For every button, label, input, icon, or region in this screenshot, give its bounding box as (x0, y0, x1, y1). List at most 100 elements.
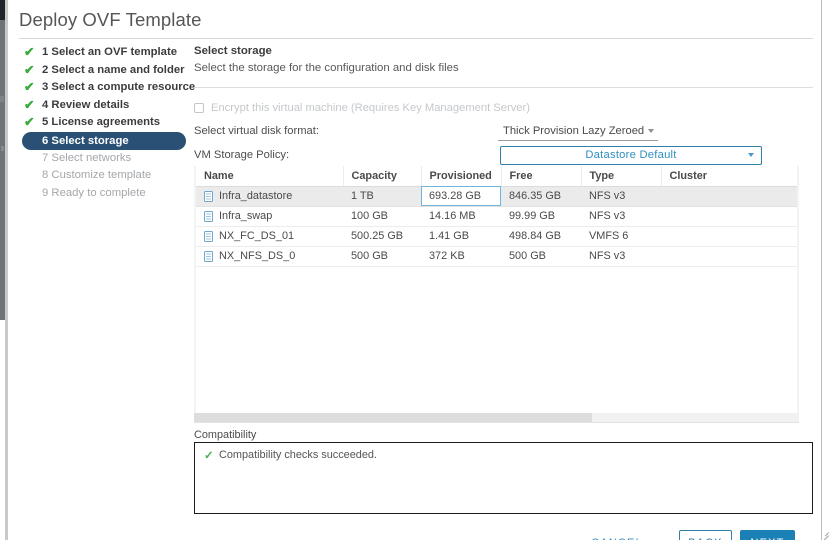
wizard-step-1[interactable]: ✔ 1 Select an OVF template (22, 44, 188, 62)
wizard-step-list: ✔ 1 Select an OVF template ✔ 2 Select a nam… (22, 44, 195, 203)
table-scrollbar-thumb[interactable] (194, 413, 592, 422)
column-header-capacity[interactable]: Capacity (343, 166, 422, 187)
cell-provisioned[interactable]: 14.16 MB (421, 206, 501, 227)
cell-free[interactable]: 99.99 GB (501, 206, 581, 227)
cell-capacity[interactable]: 100 GB (343, 206, 421, 227)
table-horizontal-scrollbar[interactable] (194, 413, 799, 422)
datastore-name: Infra_swap (219, 210, 273, 222)
background-artifact-upper (0, 96, 4, 102)
pane-subtitle: Select the storage for the configuration… (194, 62, 459, 74)
datastore-icon (204, 190, 213, 202)
compatibility-label: Compatibility (194, 429, 257, 441)
dialog-title-divider (19, 38, 813, 39)
column-header-provisioned[interactable]: Provisioned (421, 166, 502, 187)
compatibility-message-row: ✓ Compatibility checks succeeded. (203, 449, 377, 462)
cell-free[interactable]: 498.84 GB (501, 226, 581, 247)
cell-name[interactable]: NX_FC_DS_01 (196, 226, 343, 247)
dialog-title: Deploy OVF Template (19, 9, 202, 30)
cancel-button[interactable]: CANCEL (586, 530, 648, 540)
chevron-down-icon (648, 129, 654, 133)
column-header-cluster[interactable]: Cluster (661, 166, 797, 187)
datastore-table-container: Name Capacity Provisioned Free Type Cluster I… (194, 166, 799, 423)
cell-free[interactable]: 500 GB (501, 246, 581, 267)
cell-capacity[interactable]: 500.25 GB (343, 226, 421, 247)
cell-type[interactable]: NFS v3 (581, 206, 661, 227)
deploy-ovf-template-dialog: Deploy OVF Template ✔ 1 Select an OVF tem… (8, 0, 821, 540)
wizard-step-label: 1 Select an OVF template (42, 46, 177, 58)
table-header-row: Name Capacity Provisioned Free Type Cluster (196, 166, 797, 187)
wizard-step-label: 6 Select storage (42, 134, 129, 147)
encrypt-vm-label: Encrypt this virtual machine (Requires K… (211, 102, 530, 114)
cell-type[interactable]: NFS v3 (581, 246, 661, 267)
cell-provisioned[interactable]: 693.28 GB (421, 186, 501, 207)
pane-title: Select storage (194, 45, 272, 57)
datastore-table: Name Capacity Provisioned Free Type Cluster I… (196, 166, 797, 267)
wizard-step-3[interactable]: ✔ 3 Select a compute resource (22, 79, 195, 97)
chevron-down-icon (748, 153, 754, 157)
pane-divider (194, 87, 813, 88)
cell-cluster[interactable] (661, 206, 797, 227)
column-header-type[interactable]: Type (581, 166, 662, 187)
back-button[interactable]: BACK (679, 530, 732, 540)
compatibility-box: ✓ Compatibility checks succeeded. (194, 442, 813, 514)
dialog-footer: CANCEL BACK NEXT (194, 530, 813, 540)
wizard-step-6[interactable]: 6 Select storage (22, 131, 186, 150)
wizard-step-label: 8 Customize template (42, 169, 152, 181)
cell-capacity[interactable]: 500 GB (343, 246, 421, 267)
wizard-step-label: 9 Ready to complete (42, 186, 146, 199)
wizard-step-7: 7 Select networks (22, 150, 188, 168)
datastore-name: NX_NFS_DS_0 (219, 250, 296, 262)
cell-cluster[interactable] (661, 226, 797, 247)
datastore-table-viewport: Name Capacity Provisioned Free Type Cluster I… (196, 166, 797, 413)
cell-capacity[interactable]: 1 TB (343, 186, 421, 207)
check-icon: ✔ (24, 45, 35, 59)
disk-format-select[interactable]: Thick Provision Lazy Zeroed (498, 124, 658, 141)
check-icon: ✓ (204, 450, 214, 462)
datastore-name: Infra_datastore (219, 190, 293, 202)
cell-cluster[interactable] (661, 186, 797, 207)
cell-cluster[interactable] (661, 246, 797, 267)
wizard-step-5[interactable]: ✔ 5 License agreements (22, 114, 188, 132)
cell-type[interactable]: VMFS 6 (581, 226, 661, 247)
check-icon: ✔ (24, 62, 35, 77)
datastore-name: NX_FC_DS_01 (219, 230, 295, 242)
column-header-free[interactable]: Free (501, 166, 582, 187)
datastore-icon (204, 230, 213, 242)
wizard-step-8: 8 Customize template (22, 167, 188, 185)
window-resize-handle[interactable] (819, 527, 829, 540)
wizard-step-4[interactable]: ✔ 4 Review details (22, 97, 188, 115)
compatibility-message: Compatibility checks succeeded. (219, 449, 377, 461)
wizard-step-2[interactable]: ✔ 2 Select a name and folder (22, 62, 188, 80)
wizard-step-label: 2 Select a name and folder (42, 63, 185, 76)
table-row[interactable]: NX_FC_DS_01 500.25 GB 1.41 GB 498.84 GB VMFS… (196, 226, 797, 247)
next-button[interactable]: NEXT (740, 530, 795, 540)
cell-type[interactable]: NFS v3 (581, 186, 661, 207)
wizard-step-label: 4 Review details (42, 98, 130, 111)
column-header-name[interactable]: Name (196, 166, 344, 187)
screen: Deploy OVF Template ✔ 1 Select an OVF tem… (0, 0, 832, 540)
disk-format-value: Thick Provision Lazy Zeroed (503, 125, 645, 137)
select-storage-pane: Select storage Select the storage for th… (194, 44, 814, 540)
encrypt-vm-row[interactable]: Encrypt this virtual machine (Requires K… (194, 100, 530, 116)
cell-name[interactable]: Infra_datastore (196, 186, 343, 207)
wizard-step-9: 9 Ready to complete (22, 185, 188, 203)
datastore-icon (204, 250, 213, 262)
disk-format-label: Select virtual disk format: (194, 125, 319, 137)
dialog-right-margin (822, 0, 832, 540)
table-row[interactable]: Infra_datastore 1 TB 693.28 GB 846.35 GB NFS… (196, 186, 797, 207)
encrypt-vm-checkbox[interactable] (194, 103, 204, 113)
cell-name[interactable]: Infra_swap (196, 206, 343, 227)
background-artifact-lower (1, 146, 4, 151)
datastore-icon (204, 210, 213, 222)
wizard-step-label: 3 Select a compute resource (42, 81, 196, 93)
storage-policy-label: VM Storage Policy: (194, 149, 290, 161)
cell-provisioned[interactable]: 1.41 GB (421, 226, 501, 247)
check-icon: ✔ (24, 80, 35, 94)
cell-provisioned[interactable]: 372 KB (421, 246, 501, 267)
storage-policy-select[interactable]: Datastore Default (500, 146, 762, 165)
cell-name[interactable]: NX_NFS_DS_0 (196, 246, 343, 267)
dialog-right-border (821, 0, 822, 540)
cell-free[interactable]: 846.35 GB (501, 186, 581, 207)
table-row[interactable]: NX_NFS_DS_0 500 GB 372 KB 500 GB NFS v3 (196, 246, 797, 267)
table-row[interactable]: Infra_swap 100 GB 14.16 MB 99.99 GB NFS v3 (196, 206, 797, 227)
